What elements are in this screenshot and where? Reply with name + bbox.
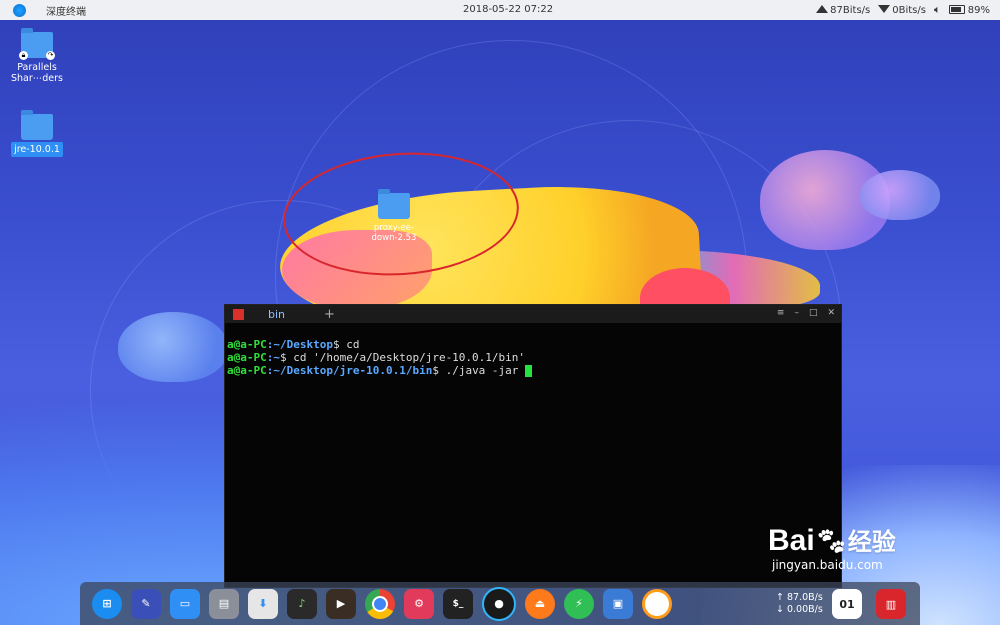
download-speed: 0Bits/s [878, 4, 926, 16]
top-panel: 深度终端 2018-05-22 07:22 87Bits/s 0Bits/s 🔈… [0, 0, 1000, 20]
terminal-line: a@a-PC:~$ cd '/home/a/Desktop/jre-10.0.1… [227, 351, 526, 364]
deepin-logo-icon[interactable] [13, 3, 26, 17]
desktop-icon-label: Parallels Shar⋯ders [10, 62, 63, 84]
paw-logo-icon: 🐾︎ [814, 526, 848, 556]
power-manager-icon[interactable]: ⚡ [564, 588, 594, 619]
wallpaper-cloud [118, 312, 228, 382]
download-arrow-icon [878, 4, 891, 13]
maximize-button[interactable]: □ [809, 308, 818, 318]
desktop-icon-jre[interactable]: jre-10.0.1 [7, 110, 67, 157]
menu-button[interactable]: ≡ [777, 308, 785, 318]
active-app-name: 深度终端 [46, 6, 86, 18]
link-emblem-icon: ↷ [46, 51, 55, 60]
new-tab-button[interactable]: + [324, 307, 335, 322]
terminal-app-icon [233, 308, 244, 320]
terminal-line: a@a-PC:~/Desktop/jre-10.0.1/bin$ ./java … [227, 364, 839, 377]
clock[interactable]: 2018-05-22 07:22 [463, 4, 553, 15]
editor-icon[interactable]: ✎ [131, 588, 161, 619]
calendar-icon[interactable]: 01 [832, 589, 862, 619]
upload-arrow-icon [816, 4, 829, 13]
network-folder-icon[interactable]: ▣ [603, 588, 633, 619]
lock-emblem-icon: 🔒︎ [19, 51, 28, 60]
minimize-button[interactable]: – [794, 308, 799, 318]
volume-icon[interactable]: 🔈︎ [934, 3, 941, 17]
upload-speed: 87Bits/s [816, 4, 870, 16]
file-manager-icon[interactable]: ▤ [209, 588, 239, 619]
terminal-tab-bar: bin + ≡ – □ ✕ [225, 305, 841, 323]
launcher-icon[interactable]: ⊞ [92, 588, 122, 619]
battery-icon [948, 5, 965, 14]
deepin-clone-icon[interactable] [642, 588, 672, 619]
settings-icon[interactable]: ⚙ [404, 588, 434, 619]
desktop-icon-parallels-shared[interactable]: 🔒︎ ↷ Parallels Shar⋯ders [7, 28, 67, 84]
window-controls: ≡ – □ ✕ [777, 308, 835, 318]
tab-bin[interactable]: bin [268, 308, 310, 321]
wallpaper-cloud [860, 170, 940, 220]
installer-icon[interactable]: ⏏ [525, 588, 555, 619]
terminal-icon[interactable]: $_ [443, 588, 473, 619]
screen-recorder-icon[interactable]: ● [482, 586, 516, 621]
terminal-line: a@a-PC:~/Desktop$ cd [227, 338, 360, 351]
terminal-cursor [525, 365, 533, 377]
close-button[interactable]: ✕ [827, 308, 835, 318]
app-store-icon[interactable]: ⬇ [248, 588, 278, 619]
battery-indicator[interactable]: 89% [948, 5, 990, 16]
terminal-output[interactable]: a@a-PC:~/Desktop$ cd a@a-PC:~$ cd '/home/… [225, 323, 841, 405]
terminal-window[interactable]: bin + ≡ – □ ✕ a@a-PC:~/Desktop$ cd a@a-PC… [224, 304, 842, 588]
desktop-icon-label: jre-10.0.1 [11, 142, 63, 157]
trash-icon[interactable]: ▥ [876, 589, 906, 619]
baidu-watermark: Bai🐾︎经验 jingyan.baidu.com [768, 524, 896, 572]
folder-icon [21, 110, 53, 140]
folder-icon: 🔒︎ ↷ [19, 28, 55, 60]
chrome-icon[interactable] [365, 588, 395, 619]
dock-network-speed: ↑ 87.0B/s ↓ 0.00B/s [776, 592, 823, 615]
movie-icon[interactable]: ▶ [326, 588, 356, 619]
multitasking-icon[interactable]: ▭ [170, 588, 200, 619]
music-icon[interactable]: ♪ [287, 588, 317, 619]
